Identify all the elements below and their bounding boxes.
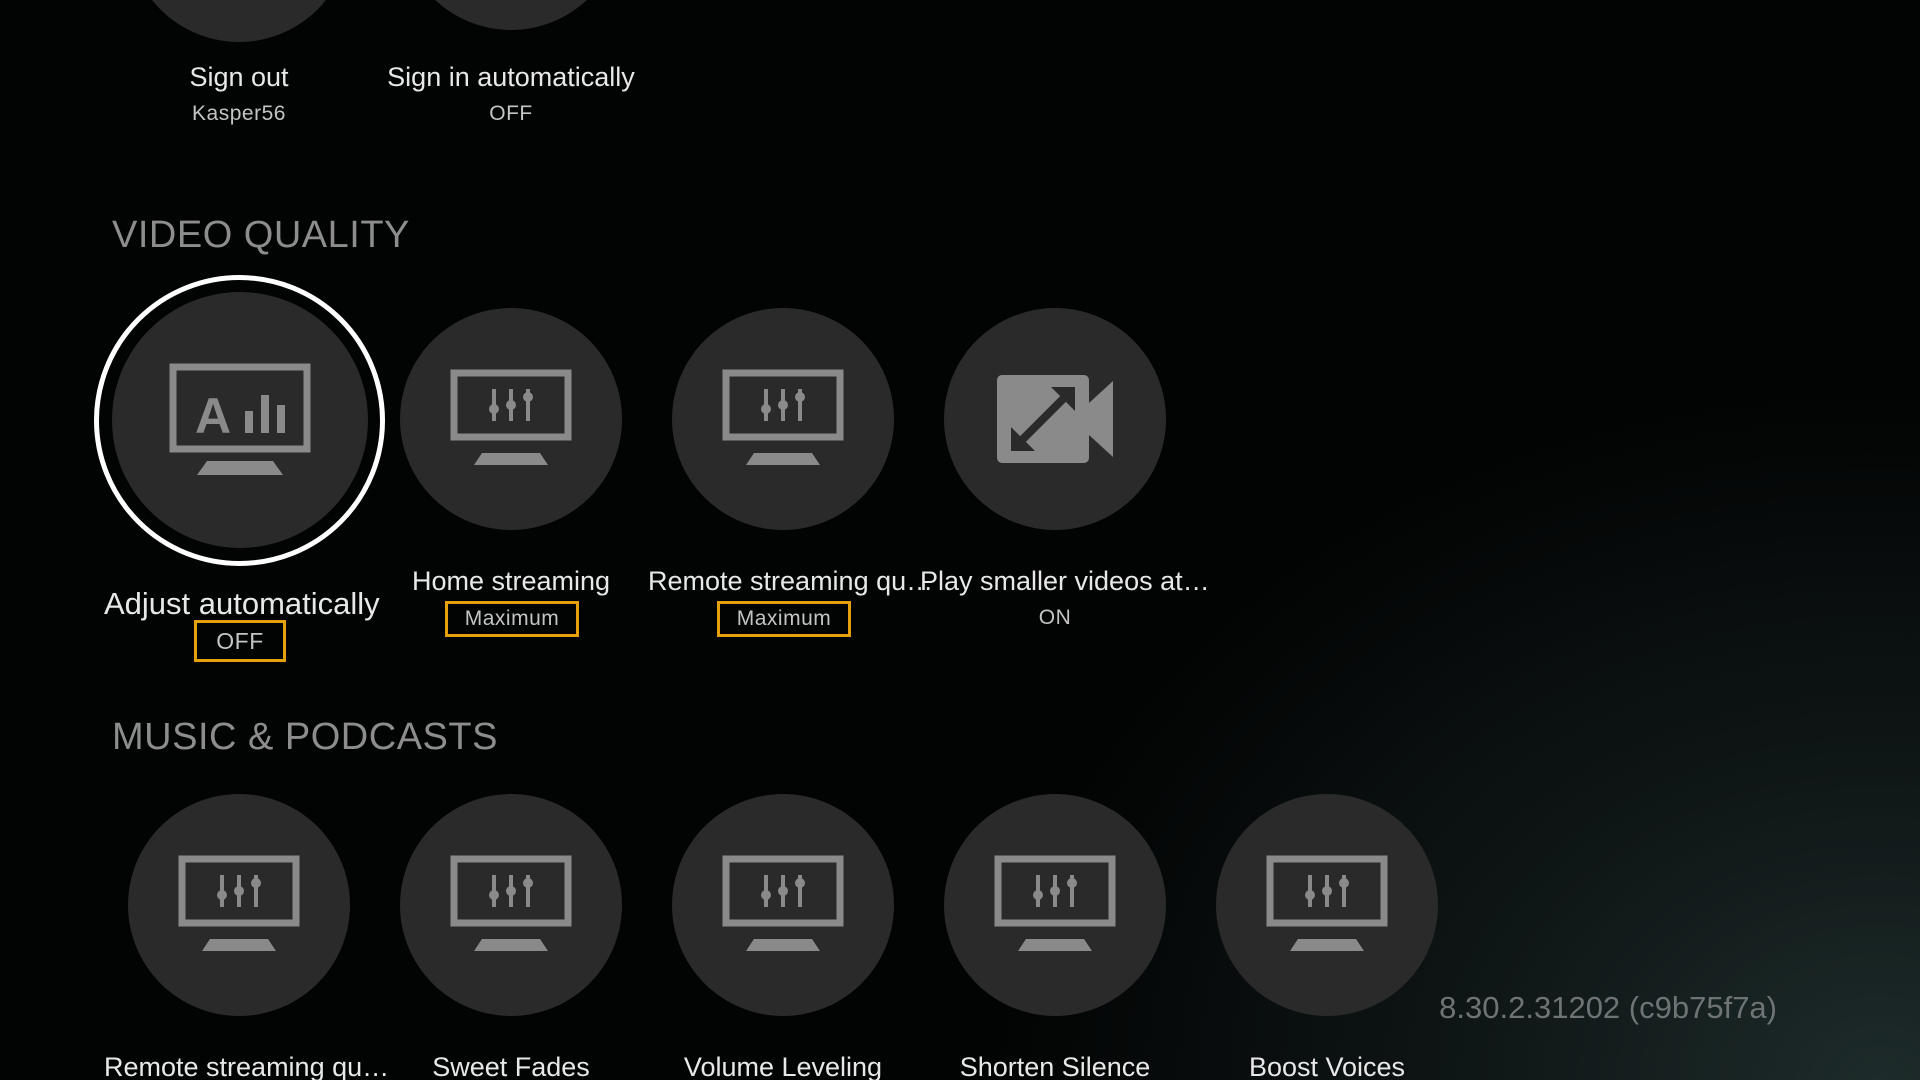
- monitor-sliders-icon: [1266, 855, 1388, 951]
- monitor-sliders-icon: [722, 369, 844, 465]
- settings-screen: Sign out Kasper56 Sign in automatically …: [0, 0, 1920, 1080]
- music-remote-streaming-quality-circle: [128, 794, 350, 1016]
- play-smaller-videos-label: Play smaller videos at…: [920, 566, 1210, 596]
- auto-quality-monitor-icon: A: [169, 363, 311, 475]
- svg-text:A: A: [195, 388, 231, 444]
- monitor-sliders-icon: [178, 855, 300, 951]
- remote-streaming-quality-label: Remote streaming qu…: [648, 566, 934, 596]
- adjust-automatically-value: OFF: [194, 620, 286, 662]
- monitor-sliders-icon: [722, 855, 844, 951]
- sign-in-automatically-circle: [400, 0, 622, 30]
- sweet-fades-circle: [400, 794, 622, 1016]
- video-quality-header: VIDEO QUALITY: [112, 214, 410, 256]
- sign-in-automatically-value: OFF: [489, 102, 533, 125]
- monitor-sliders-icon: [450, 369, 572, 465]
- shorten-silence-label: Shorten Silence: [959, 1052, 1151, 1080]
- remote-streaming-quality-value: Maximum: [717, 601, 851, 637]
- sweet-fades-label: Sweet Fades: [432, 1052, 590, 1080]
- monitor-sliders-icon: [450, 855, 572, 951]
- remote-streaming-quality-circle: [672, 308, 894, 530]
- adjust-automatically-label: Adjust automatically: [104, 586, 380, 621]
- sign-out-circle: [128, 0, 350, 42]
- play-smaller-videos-circle: [944, 308, 1166, 530]
- play-smaller-videos-value: ON: [1038, 606, 1072, 629]
- sign-out-label: Sign out: [189, 62, 289, 92]
- home-streaming-value: Maximum: [445, 601, 579, 637]
- music-remote-streaming-quality-label: Remote streaming qu…: [104, 1052, 390, 1080]
- monitor-sliders-icon: [994, 855, 1116, 951]
- sign-out-value: Kasper56: [192, 102, 286, 125]
- adjust-automatically-circle: A: [112, 292, 368, 548]
- shorten-silence-circle: [944, 794, 1166, 1016]
- boost-voices-label: Boost Voices: [1248, 1052, 1406, 1080]
- home-streaming-circle: [400, 308, 622, 530]
- volume-leveling-label: Volume Leveling: [683, 1052, 883, 1080]
- boost-voices-circle: [1216, 794, 1438, 1016]
- sign-in-automatically-label: Sign in automatically: [387, 62, 635, 92]
- volume-leveling-circle: [672, 794, 894, 1016]
- music-podcasts-header: MUSIC & PODCASTS: [112, 716, 498, 758]
- video-expand-icon: [997, 375, 1113, 463]
- app-version: 8.30.2.31202 (c9b75f7a): [1439, 990, 1777, 1025]
- home-streaming-label: Home streaming: [411, 566, 611, 596]
